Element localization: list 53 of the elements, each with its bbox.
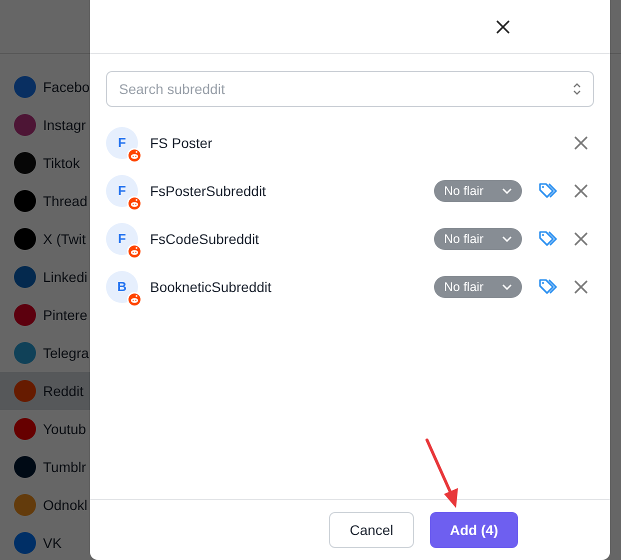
network-icon	[14, 342, 36, 364]
network-icon	[14, 456, 36, 478]
caret-icon	[502, 236, 512, 242]
reddit-icon	[127, 244, 142, 259]
remove-icon[interactable]	[572, 278, 590, 296]
remove-icon[interactable]	[572, 230, 590, 248]
network-icon	[14, 418, 36, 440]
network-icon	[14, 494, 36, 516]
sidebar-item[interactable]: Pintere	[0, 296, 90, 334]
tags-icon[interactable]	[538, 182, 558, 200]
sidebar-item[interactable]: VK	[0, 524, 90, 560]
close-icon[interactable]	[494, 18, 512, 36]
sidebar-item[interactable]: Thread	[0, 182, 90, 220]
network-icon	[14, 76, 36, 98]
sidebar-item[interactable]: Instagr	[0, 106, 90, 144]
sidebar-item[interactable]: Linkedi	[0, 258, 90, 296]
sidebar-item[interactable]: Telegra	[0, 334, 90, 372]
reddit-icon	[127, 148, 142, 163]
network-icon	[14, 266, 36, 288]
flair-dropdown[interactable]: No flair	[434, 228, 522, 250]
sidebar-item[interactable]: Tumblr	[0, 448, 90, 486]
add-button[interactable]: Add (4)	[430, 512, 518, 548]
sidebar-item[interactable]: Reddit	[0, 372, 90, 410]
remove-icon[interactable]	[572, 134, 590, 152]
caret-icon	[502, 188, 512, 194]
cancel-button[interactable]: Cancel	[329, 512, 414, 548]
subreddit-name: BookneticSubreddit	[150, 278, 272, 296]
network-icon	[14, 152, 36, 174]
sidebar-item[interactable]: Tiktok	[0, 144, 90, 182]
sidebar-item[interactable]: Odnokl	[0, 486, 90, 524]
network-icon	[14, 380, 36, 402]
network-icon	[14, 532, 36, 554]
sidebar-item[interactable]: Facebo	[0, 68, 90, 106]
tags-icon[interactable]	[538, 278, 558, 296]
caret-icon	[502, 284, 512, 290]
flair-dropdown[interactable]: No flair	[434, 276, 522, 298]
network-icon	[14, 304, 36, 326]
subreddit-name: FsPosterSubreddit	[150, 182, 267, 200]
subreddit-name: FS Poster	[150, 134, 214, 152]
arrow	[426, 438, 458, 508]
remove-icon[interactable]	[572, 182, 590, 200]
sidebar-item[interactable]: X (Twit	[0, 220, 90, 258]
network-icon	[14, 190, 36, 212]
sort-icon	[572, 82, 582, 96]
reddit-icon	[127, 196, 142, 211]
reddit-icon	[127, 292, 142, 307]
network-icon	[14, 114, 36, 136]
search-field[interactable]: Search subreddit	[106, 71, 594, 107]
sidebar-item[interactable]: Youtub	[0, 410, 90, 448]
network-icon	[14, 228, 36, 250]
subreddit-name: FsCodeSubreddit	[150, 230, 260, 248]
tags-icon[interactable]	[538, 230, 558, 248]
flair-dropdown[interactable]: No flair	[434, 180, 522, 202]
